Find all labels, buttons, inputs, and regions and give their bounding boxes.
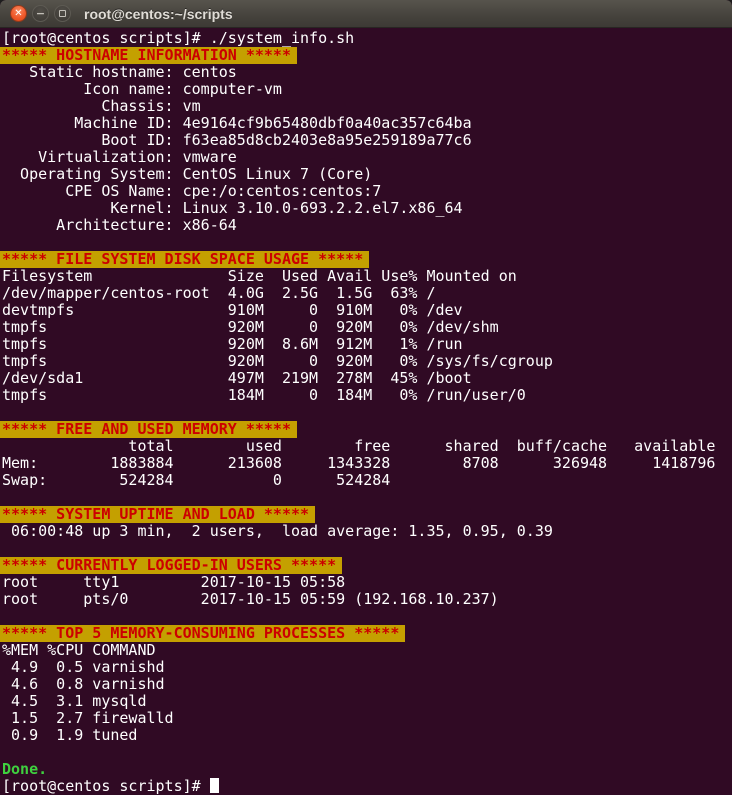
terminal-output: [root@centos scripts]# ./system_info.sh*… xyxy=(0,30,732,795)
section-header-line: ***** HOSTNAME INFORMATION ***** xyxy=(0,47,732,64)
terminal-text: CPE OS Name: cpe:/o:centos:centos:7 xyxy=(2,182,381,200)
terminal-line: tmpfs 920M 8.6M 912M 1% /run xyxy=(0,336,732,353)
maximize-button[interactable] xyxy=(54,5,71,22)
minimize-icon: − xyxy=(36,8,45,19)
section-header-line: ***** SYSTEM UPTIME AND LOAD ***** xyxy=(0,506,732,523)
prompt-line: [root@centos scripts]# xyxy=(0,778,732,795)
terminal-text: 4.6 0.8 varnishd xyxy=(2,675,165,693)
terminal-line: /dev/sda1 497M 219M 278M 45% /boot xyxy=(0,370,732,387)
terminal-text: [root@centos scripts]# ./system_info.sh xyxy=(2,29,354,47)
terminal-text: Done. xyxy=(2,760,47,778)
terminal-line: tmpfs 920M 0 920M 0% /dev/shm xyxy=(0,319,732,336)
section-header-line: ***** FILE SYSTEM DISK SPACE USAGE ***** xyxy=(0,251,732,268)
terminal-line: Icon name: computer-vm xyxy=(0,81,732,98)
maximize-icon xyxy=(59,10,66,17)
minimize-button[interactable]: − xyxy=(32,5,49,22)
close-button[interactable]: ✕ xyxy=(10,5,27,22)
terminal-text: Operating System: CentOS Linux 7 (Core) xyxy=(2,165,372,183)
terminal-line: Swap: 524284 0 524284 xyxy=(0,472,732,489)
terminal-text: 4.9 0.5 varnishd xyxy=(2,658,165,676)
terminal-line: devtmpfs 910M 0 910M 0% /dev xyxy=(0,302,732,319)
terminal-line: tmpfs 920M 0 920M 0% /sys/fs/cgroup xyxy=(0,353,732,370)
terminal-line xyxy=(0,608,732,625)
terminal-line: root tty1 2017-10-15 05:58 xyxy=(0,574,732,591)
section-header-line: ***** TOP 5 MEMORY-CONSUMING PROCESSES *… xyxy=(0,625,732,642)
terminal-text: Static hostname: centos xyxy=(2,63,237,81)
window-title: root@centos:~/scripts xyxy=(84,6,233,22)
terminal-text: root tty1 2017-10-15 05:58 xyxy=(2,573,345,591)
terminal-line: [root@centos scripts]# ./system_info.sh xyxy=(0,30,732,47)
terminal-line xyxy=(0,744,732,761)
section-header-text: ***** TOP 5 MEMORY-CONSUMING PROCESSES *… xyxy=(0,625,405,642)
terminal-text: tmpfs 920M 0 920M 0% /sys/fs/cgroup xyxy=(2,352,553,370)
terminal-line: Machine ID: 4e9164cf9b65480dbf0a40ac357c… xyxy=(0,115,732,132)
title-bar[interactable]: ✕ − root@centos:~/scripts xyxy=(0,0,732,28)
terminal-line: Chassis: vm xyxy=(0,98,732,115)
terminal-line: root pts/0 2017-10-15 05:59 (192.168.10.… xyxy=(0,591,732,608)
terminal-text: 0.9 1.9 tuned xyxy=(2,726,137,744)
terminal-text: Kernel: Linux 3.10.0-693.2.2.el7.x86_64 xyxy=(2,199,463,217)
terminal-line xyxy=(0,540,732,557)
section-header-text: ***** FREE AND USED MEMORY ***** xyxy=(0,421,297,438)
terminal-text: Mem: 1883884 213608 1343328 8708 326948 … xyxy=(2,454,715,472)
terminal-text: /dev/mapper/centos-root 4.0G 2.5G 1.5G 6… xyxy=(2,284,435,302)
terminal-text: tmpfs 184M 0 184M 0% /run/user/0 xyxy=(2,386,526,404)
terminal-text: [root@centos scripts]# xyxy=(2,777,210,795)
terminal-text: Machine ID: 4e9164cf9b65480dbf0a40ac357c… xyxy=(2,114,472,132)
terminal-line: Mem: 1883884 213608 1343328 8708 326948 … xyxy=(0,455,732,472)
terminal-line: 06:00:48 up 3 min, 2 users, load average… xyxy=(0,523,732,540)
section-header-text: ***** SYSTEM UPTIME AND LOAD ***** xyxy=(0,506,315,523)
terminal-line: %MEM %CPU COMMAND xyxy=(0,642,732,659)
section-header-text: ***** CURRENTLY LOGGED-IN USERS ***** xyxy=(0,557,342,574)
section-header-line: ***** CURRENTLY LOGGED-IN USERS ***** xyxy=(0,557,732,574)
terminal-text: tmpfs 920M 0 920M 0% /dev/shm xyxy=(2,318,499,336)
terminal-text: %MEM %CPU COMMAND xyxy=(2,641,156,659)
terminal-line xyxy=(0,404,732,421)
close-icon: ✕ xyxy=(14,9,22,19)
terminal-text: root pts/0 2017-10-15 05:59 (192.168.10.… xyxy=(2,590,499,608)
section-header-text: ***** FILE SYSTEM DISK SPACE USAGE ***** xyxy=(0,251,369,268)
terminal-line: Kernel: Linux 3.10.0-693.2.2.el7.x86_64 xyxy=(0,200,732,217)
terminal-line: 4.5 3.1 mysqld xyxy=(0,693,732,710)
terminal-line: Operating System: CentOS Linux 7 (Core) xyxy=(0,166,732,183)
terminal-line: tmpfs 184M 0 184M 0% /run/user/0 xyxy=(0,387,732,404)
terminal-line: /dev/mapper/centos-root 4.0G 2.5G 1.5G 6… xyxy=(0,285,732,302)
terminal-line: 4.6 0.8 varnishd xyxy=(0,676,732,693)
terminal-line: total used free shared buff/cache availa… xyxy=(0,438,732,455)
terminal-line: 4.9 0.5 varnishd xyxy=(0,659,732,676)
terminal-text: Filesystem Size Used Avail Use% Mounted … xyxy=(2,267,517,285)
section-header-line: ***** FREE AND USED MEMORY ***** xyxy=(0,421,732,438)
terminal-line: Static hostname: centos xyxy=(0,64,732,81)
terminal-line: Filesystem Size Used Avail Use% Mounted … xyxy=(0,268,732,285)
terminal-text: 06:00:48 up 3 min, 2 users, load average… xyxy=(2,522,553,540)
terminal-text: Chassis: vm xyxy=(2,97,201,115)
terminal-text: /dev/sda1 497M 219M 278M 45% /boot xyxy=(2,369,472,387)
terminal-text: total used free shared buff/cache availa… xyxy=(2,437,715,455)
terminal-text: 1.5 2.7 firewalld xyxy=(2,709,174,727)
terminal-line: CPE OS Name: cpe:/o:centos:centos:7 xyxy=(0,183,732,200)
terminal-line: Boot ID: f63ea85d8cb2403e8a95e259189a77c… xyxy=(0,132,732,149)
terminal-text: Icon name: computer-vm xyxy=(2,80,282,98)
terminal-text: Architecture: x86-64 xyxy=(2,216,237,234)
terminal-window: ✕ − root@centos:~/scripts [root@centos s… xyxy=(0,0,732,795)
terminal-text: devtmpfs 910M 0 910M 0% /dev xyxy=(2,301,463,319)
terminal-screen[interactable]: [root@centos scripts]# ./system_info.sh*… xyxy=(0,28,732,795)
terminal-text: Boot ID: f63ea85d8cb2403e8a95e259189a77c… xyxy=(2,131,472,149)
terminal-text: tmpfs 920M 8.6M 912M 1% /run xyxy=(2,335,463,353)
terminal-text: Swap: 524284 0 524284 xyxy=(2,471,390,489)
terminal-line: Architecture: x86-64 xyxy=(0,217,732,234)
terminal-line xyxy=(0,234,732,251)
section-header-text: ***** HOSTNAME INFORMATION ***** xyxy=(0,47,297,64)
terminal-line xyxy=(0,489,732,506)
terminal-cursor xyxy=(210,778,219,793)
terminal-text: 4.5 3.1 mysqld xyxy=(2,692,147,710)
terminal-line: 0.9 1.9 tuned xyxy=(0,727,732,744)
terminal-line: Virtualization: vmware xyxy=(0,149,732,166)
terminal-line: Done. xyxy=(0,761,732,778)
terminal-text: Virtualization: vmware xyxy=(2,148,237,166)
terminal-line: 1.5 2.7 firewalld xyxy=(0,710,732,727)
